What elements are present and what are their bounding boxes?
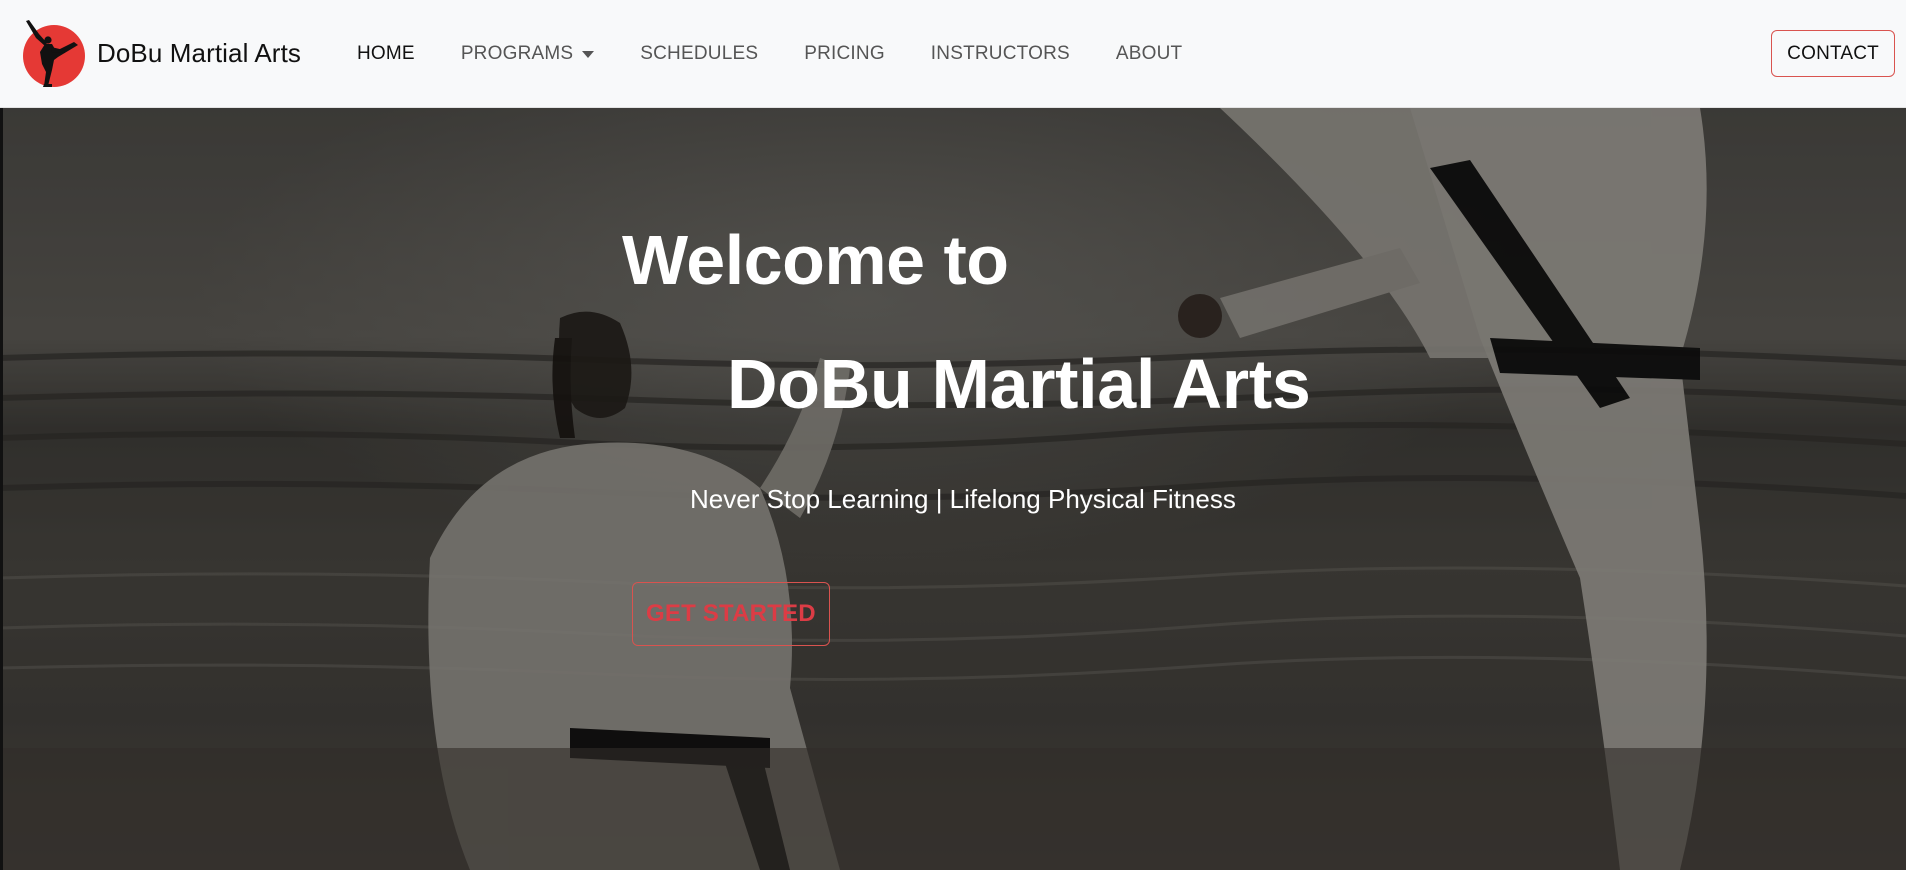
- navbar: DoBu Martial Arts HOME PROGRAMS SCHEDULE…: [0, 0, 1906, 108]
- nav-instructors[interactable]: INSTRUCTORS: [931, 43, 1070, 65]
- hero-title-line-1: Welcome to: [622, 221, 1009, 299]
- hero-title-line-2: DoBu Martial Arts: [727, 345, 1311, 423]
- contact-button[interactable]: CONTACT: [1771, 30, 1895, 77]
- hero-edge: [0, 108, 3, 870]
- nav-pricing[interactable]: PRICING: [804, 43, 885, 65]
- nav-about[interactable]: ABOUT: [1116, 43, 1182, 65]
- brand-name: DoBu Martial Arts: [97, 38, 301, 68]
- nav-programs-label: PROGRAMS: [460, 42, 574, 64]
- hero-subtitle: Never Stop Learning | Lifelong Physical …: [690, 484, 1236, 514]
- nav-home[interactable]: HOME: [357, 43, 415, 65]
- nav-links: HOME PROGRAMS SCHEDULES PRICING INSTRUCT…: [357, 0, 1228, 107]
- get-started-button[interactable]: GET STARTED: [632, 582, 830, 646]
- karate-kick-silhouette-icon: [23, 19, 85, 87]
- hero-section: Welcome to DoBu Martial Arts Never Stop …: [0, 108, 1906, 870]
- nav-schedules[interactable]: SCHEDULES: [640, 43, 758, 65]
- nav-programs[interactable]: PROGRAMS: [460, 42, 595, 65]
- caret-down-icon: [582, 51, 595, 58]
- brand-link[interactable]: DoBu Martial Arts: [18, 18, 301, 90]
